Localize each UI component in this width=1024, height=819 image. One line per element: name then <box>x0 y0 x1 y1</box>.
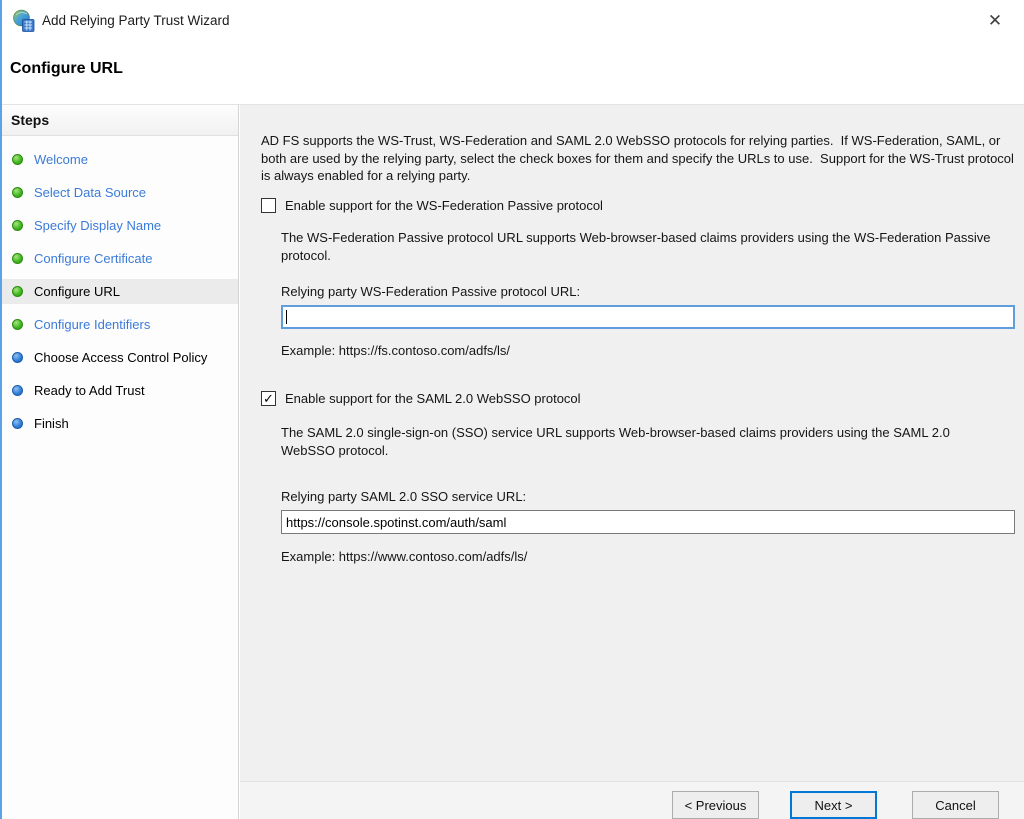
step-status-icon <box>12 187 23 198</box>
step-choose-access-control-policy: Choose Access Control Policy <box>2 345 238 370</box>
next-button[interactable]: Next > <box>790 791 877 819</box>
titlebar: Add Relying Party Trust Wizard ✕ <box>2 0 1024 44</box>
step-status-icon <box>12 220 23 231</box>
step-status-icon <box>12 385 23 396</box>
close-icon[interactable]: ✕ <box>982 8 1008 34</box>
saml-description: The SAML 2.0 single-sign-on (SSO) servic… <box>281 424 1005 459</box>
step-configure-url: Configure URL <box>2 279 238 304</box>
step-label: Ready to Add Trust <box>34 382 145 399</box>
step-welcome[interactable]: Welcome <box>2 147 238 172</box>
step-status-icon <box>12 319 23 330</box>
wizard-window: Add Relying Party Trust Wizard ✕ Configu… <box>0 0 1024 819</box>
steps-list: Welcome Select Data Source Specify Displ… <box>2 136 238 436</box>
saml-example-text: Example: https://www.contoso.com/adfs/ls… <box>281 548 527 566</box>
step-label: Specify Display Name <box>34 217 161 234</box>
page-title: Configure URL <box>10 60 123 78</box>
saml-checkbox-label: Enable support for the SAML 2.0 WebSSO p… <box>285 391 581 406</box>
intro-text: AD FS supports the WS-Trust, WS-Federati… <box>261 132 1017 185</box>
wsfed-url-label: Relying party WS-Federation Passive prot… <box>281 283 580 301</box>
step-label: Configure Identifiers <box>34 316 150 333</box>
wsfed-description: The WS-Federation Passive protocol URL s… <box>281 229 1005 264</box>
step-label: Welcome <box>34 151 88 168</box>
step-label: Configure Certificate <box>34 250 153 267</box>
footer-bar: < Previous Next > Cancel <box>240 782 1024 819</box>
step-ready-to-add-trust: Ready to Add Trust <box>2 378 238 403</box>
step-status-icon <box>12 253 23 264</box>
wsfed-url-input[interactable] <box>281 305 1015 329</box>
step-status-icon <box>12 286 23 297</box>
step-status-icon <box>12 154 23 165</box>
step-configure-certificate[interactable]: Configure Certificate <box>2 246 238 271</box>
wsfed-checkbox[interactable] <box>261 198 276 213</box>
wsfed-checkbox-row: Enable support for the WS-Federation Pas… <box>261 198 603 213</box>
step-label: Finish <box>34 415 69 432</box>
step-finish: Finish <box>2 411 238 436</box>
step-specify-display-name[interactable]: Specify Display Name <box>2 213 238 238</box>
window-title: Add Relying Party Trust Wizard <box>42 13 230 28</box>
step-label: Configure URL <box>34 283 120 300</box>
text-caret <box>286 310 287 324</box>
saml-checkbox-row: ✓ Enable support for the SAML 2.0 WebSSO… <box>261 391 581 406</box>
step-status-icon <box>12 352 23 363</box>
saml-checkbox[interactable]: ✓ <box>261 391 276 406</box>
step-configure-identifiers[interactable]: Configure Identifiers <box>2 312 238 337</box>
steps-sidebar: Steps Welcome Select Data Source Specify… <box>2 105 239 819</box>
adfs-wizard-icon <box>12 9 36 33</box>
step-label: Select Data Source <box>34 184 146 201</box>
step-select-data-source[interactable]: Select Data Source <box>2 180 238 205</box>
cancel-button[interactable]: Cancel <box>912 791 999 819</box>
wsfed-example-text: Example: https://fs.contoso.com/adfs/ls/ <box>281 342 510 360</box>
saml-url-input[interactable] <box>281 510 1015 534</box>
wsfed-url-input-wrap <box>281 305 1015 329</box>
previous-button[interactable]: < Previous <box>672 791 759 819</box>
steps-header: Steps <box>2 105 238 136</box>
wsfed-checkbox-label: Enable support for the WS-Federation Pas… <box>285 198 603 213</box>
step-label: Choose Access Control Policy <box>34 349 207 366</box>
step-status-icon <box>12 418 23 429</box>
saml-url-input-wrap <box>281 510 1015 534</box>
content-pane: AD FS supports the WS-Trust, WS-Federati… <box>240 105 1024 819</box>
saml-url-label: Relying party SAML 2.0 SSO service URL: <box>281 488 526 506</box>
